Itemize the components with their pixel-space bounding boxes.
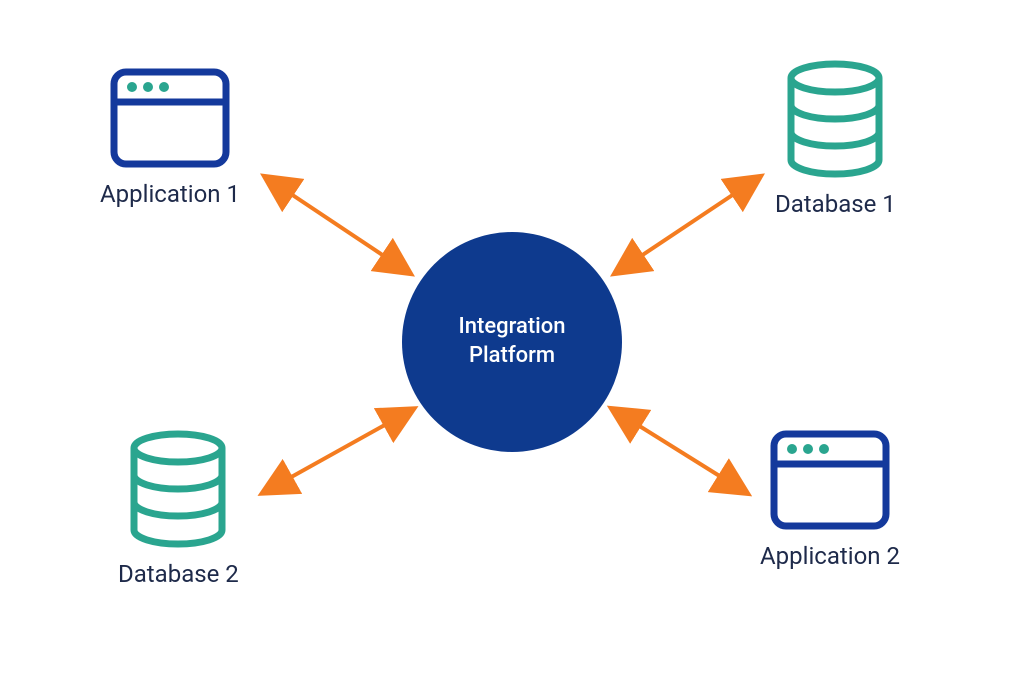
database-icon <box>785 60 885 178</box>
node-label-app2: Application 2 <box>760 542 900 570</box>
hub-integration-platform: Integration Platform <box>402 232 622 452</box>
node-application-1: Application 1 <box>100 68 240 208</box>
arrow-tl <box>270 180 405 270</box>
arrow-bl <box>268 412 408 490</box>
application-window-icon <box>770 430 890 530</box>
application-window-icon <box>110 68 230 168</box>
database-icon <box>128 430 228 548</box>
node-label-app1: Application 1 <box>100 180 240 208</box>
arrow-tr <box>620 180 755 270</box>
hub-label-line1: Integration <box>459 314 566 339</box>
arrow-br <box>617 412 742 490</box>
integration-diagram: Integration Platform Application 1 Datab… <box>0 0 1024 683</box>
hub-label: Integration Platform <box>459 313 566 370</box>
node-label-db2: Database 2 <box>118 560 239 588</box>
node-label-db1: Database 1 <box>775 190 896 218</box>
hub-label-line2: Platform <box>469 343 555 368</box>
node-database-1: Database 1 <box>775 60 896 218</box>
node-database-2: Database 2 <box>118 430 239 588</box>
node-application-2: Application 2 <box>760 430 900 570</box>
